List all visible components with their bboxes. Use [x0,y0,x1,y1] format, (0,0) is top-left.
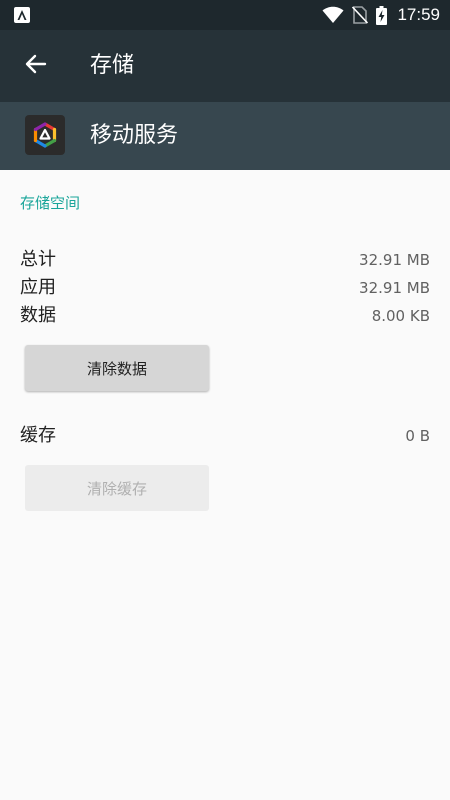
mobile-services-icon [25,115,65,155]
row-value: 32.91 MB [359,279,430,297]
status-icons: 17:59 [322,0,440,30]
app-header: 移动服务 [0,102,450,170]
no-sim-icon [352,6,369,24]
section-title-storage: 存储空间 [20,194,81,212]
back-button[interactable] [14,44,58,88]
row-label: 缓存 [20,425,56,446]
wifi-icon [322,6,344,24]
clear-cache-button: 清除缓存 [25,465,209,511]
toolbar: 存储 [0,30,450,102]
storage-row-app: 应用 32.91 MB [20,274,430,302]
battery-charging-icon [376,5,388,25]
row-value: 8.00 KB [371,307,430,325]
row-label: 数据 [20,305,56,326]
row-value: 0 B [405,427,430,445]
arrow-left-icon [25,53,47,79]
status-time: 17:59 [397,5,440,24]
notification-a-icon [14,7,30,23]
storage-content: 存储空间 总计 32.91 MB 应用 32.91 MB 数据 8.00 KB … [0,170,450,800]
row-value: 32.91 MB [359,251,430,269]
row-label: 应用 [20,277,56,298]
storage-row-data: 数据 8.00 KB [20,302,430,330]
row-label: 总计 [20,249,56,270]
storage-row-total: 总计 32.91 MB [20,246,430,274]
cache-row: 缓存 0 B [20,422,430,450]
app-name: 移动服务 [90,123,179,148]
clear-data-button[interactable]: 清除数据 [25,345,209,391]
page-title: 存储 [90,53,135,78]
status-bar: 17:59 [0,0,450,30]
